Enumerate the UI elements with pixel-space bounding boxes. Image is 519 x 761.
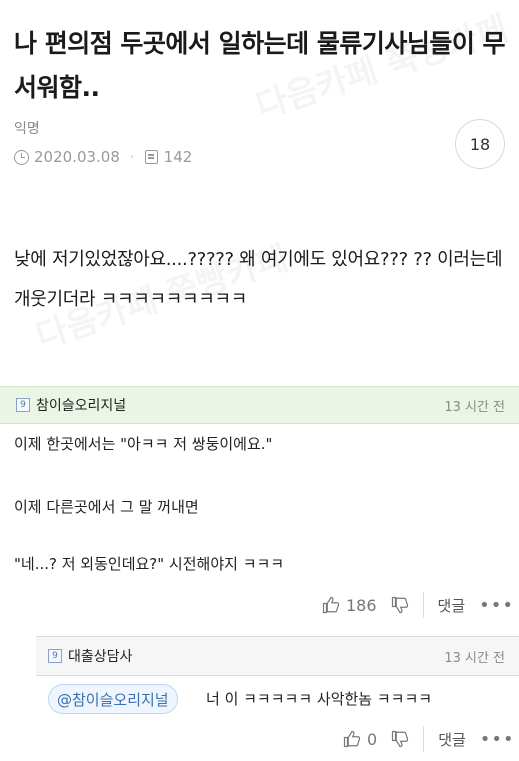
reply-button[interactable]: 댓글 [438, 595, 466, 616]
level-badge-icon: 9 [16, 398, 30, 412]
reply-header: 9 대출상담사 13 시간 전 [36, 636, 519, 676]
action-divider [422, 592, 424, 618]
comment-count-button[interactable]: 18 [455, 119, 505, 169]
comment-line: 이제 다른곳에서 그 말 꺼내면 [14, 498, 199, 516]
post-views: 142 [163, 148, 193, 166]
mention-tag[interactable]: @참이슬오리지널 [48, 684, 178, 714]
comment-actions: 186 댓글 ••• [322, 592, 514, 618]
views-icon [144, 150, 158, 164]
thumbs-down-icon[interactable] [391, 730, 409, 748]
comment-nickname[interactable]: 참이슬오리지널 [36, 395, 444, 415]
reply-actions: 0 댓글 ••• [343, 726, 515, 752]
thumbs-up-icon[interactable] [343, 730, 361, 748]
reply-like-count: 0 [367, 729, 378, 749]
comment-line: 이제 한곳에서는 "아ㅋㅋ 저 쌍둥이에요." [14, 435, 273, 453]
post-date: 2020.03.08 [34, 148, 120, 166]
clock-icon [14, 149, 29, 165]
more-icon[interactable]: ••• [480, 729, 515, 750]
reply-text: 너 이 ㅋㅋㅋㅋㅋ 사악한놈 ㅋㅋㅋㅋ [206, 690, 433, 708]
reply-button[interactable]: 댓글 [438, 729, 466, 750]
thumbs-up-icon[interactable] [322, 596, 340, 614]
level-badge-icon: 9 [48, 649, 62, 663]
comment-header: 9 참이슬오리지널 13 시간 전 [0, 386, 519, 424]
post-author[interactable]: 익명 [14, 118, 40, 138]
reply-time: 13 시간 전 [444, 650, 505, 666]
action-divider [423, 726, 425, 752]
comment-like-count: 186 [346, 595, 377, 615]
thumbs-down-icon[interactable] [391, 596, 409, 614]
post-meta: 2020.03.08 · 142 [14, 148, 192, 166]
reply-nickname[interactable]: 대출상담사 [68, 646, 444, 666]
post-title: 나 편의점 두곳에서 일하는데 물류기사님들이 무서워함.. [14, 29, 506, 102]
more-icon[interactable]: ••• [479, 595, 514, 616]
meta-separator: · [129, 148, 135, 166]
comment-time: 13 시간 전 [444, 399, 505, 415]
comment-line: "네...? 저 외동인데요?" 시전해야지 ㅋㅋㅋ [14, 555, 285, 573]
post-body: 낮에 저기있었잖아요....????? 왜 여기에도 있어요??? ?? 이러는… [14, 249, 503, 310]
